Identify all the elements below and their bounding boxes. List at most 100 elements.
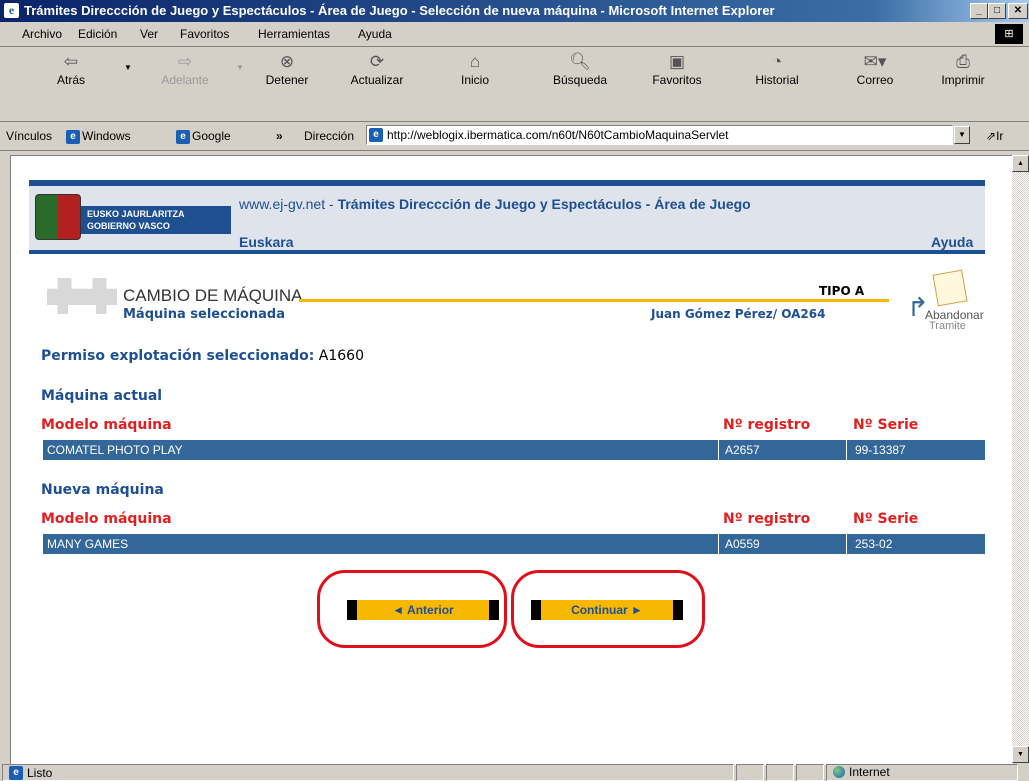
scroll-down-icon[interactable]: ▼ [1012,746,1029,763]
back-button[interactable]: ⇦ Atrás [36,51,106,87]
status-cell-3 [796,764,824,781]
favorites-icon: ▣ [668,52,686,71]
address-dropdown-icon[interactable]: ▼ [954,126,970,144]
title-bar: e Trámites Direccción de Juego y Espectá… [0,0,1029,22]
euskara-link[interactable]: Euskara [239,234,293,250]
abandon-button[interactable]: ↱ Abandonar Tramite [899,268,989,340]
new-col-registry: Nº registro [723,511,811,527]
toolbar: ⇦ Atrás ▼ ⇨ Adelante ▼ ⊗ Detener ⟳ Actualiza… [0,47,1029,122]
menu-herramientas[interactable]: Herramientas [258,27,330,41]
new-col-model: Modelo máquina [41,511,172,527]
forward-button[interactable]: ⇨ Adelante [150,51,220,87]
mail-icon: ✉▾ [863,52,887,71]
globe-icon [833,766,845,778]
link-windows[interactable]: e Windows [66,129,131,144]
status-cell-2 [766,764,794,781]
ie-page-icon: e [9,765,23,780]
printer-icon: ⎙ [956,52,970,71]
current-col-registry: Nº registro [723,417,811,433]
page-icon: e [369,128,383,142]
new-machine-row: MANY GAMES A0559 253-02 [43,534,985,554]
help-link[interactable]: Ayuda [931,234,973,250]
mail-button[interactable]: ✉▾ Correo [840,51,910,87]
links-label: Vínculos [6,129,53,143]
go-arrow-icon: ⇗ [986,129,997,143]
menu-archivo[interactable]: Archivo [22,27,62,41]
back-arrow-icon: ⇦ [63,52,79,71]
basque-seal-icon [35,194,81,240]
current-col-model: Modelo máquina [41,417,172,433]
header-bottom-bar [29,250,985,254]
current-col-serial: Nº Serie [853,417,919,433]
current-machine-heading: Máquina actual [41,388,163,404]
favorites-button[interactable]: ▣ Favoritos [642,51,712,87]
address-label: Dirección [304,129,355,143]
home-icon: ⌂ [469,52,481,71]
address-url: http://weblogix.ibermatica.com/n60t/N60t… [387,128,729,142]
type-label: TIPO A [819,284,865,298]
scroll-up-icon[interactable]: ▲ [1012,155,1029,172]
close-button[interactable]: ✕ [1008,3,1028,19]
page-title: CAMBIO DE MÁQUINA [123,286,303,305]
gobierno-vasco-logo: EUSKO JAURLARITZA GOBIERNO VASCO [81,206,231,234]
machine-invader-icon [47,278,117,314]
refresh-icon: ⟳ [369,52,385,71]
link-google[interactable]: e Google [176,129,231,144]
back-dropdown-icon[interactable]: ▼ [124,63,132,72]
minimize-button[interactable]: _ [970,3,988,19]
ie-page-icon: e [176,129,190,144]
new-model: MANY GAMES [43,534,719,554]
address-bar: Vínculos e Windows e Google » Dirección eh… [0,122,1029,151]
current-machine-row: COMATEL PHOTO PLAY A2657 99-13387 [43,440,985,460]
menu-bar: Archivo Edición Ver Favoritos Herramient… [0,22,1029,47]
continue-button[interactable]: Continuar ► [531,600,683,620]
forward-arrow-icon: ⇨ [177,52,193,71]
forward-dropdown-icon[interactable]: ▼ [236,63,244,72]
menu-favoritos[interactable]: Favoritos [180,27,229,41]
windows-logo-icon: ⊞ [995,24,1023,44]
history-icon: ◔ [771,52,783,71]
print-button[interactable]: ⎙ Imprimir [928,51,998,87]
search-icon: 🔍︎ [569,52,591,71]
window-title: Trámites Direccción de Juego y Espectácu… [24,3,775,18]
status-cell-1 [736,764,764,781]
menu-ver[interactable]: Ver [140,27,158,41]
permit-row: Permiso explotación seleccionado: A1660 [41,348,364,364]
status-text: Listo [27,765,53,780]
go-button[interactable]: ⇗Ir [986,129,1003,143]
page-subtitle: Máquina seleccionada [123,307,286,322]
stop-icon: ⊗ [279,52,295,71]
user-label: Juan Gómez Pérez/ OA264 [651,307,826,321]
new-serial: 253-02 [855,537,893,551]
new-col-serial: Nº Serie [853,511,919,527]
status-zone: Internet [849,765,890,779]
stop-button[interactable]: ⊗ Detener [252,51,322,87]
refresh-button[interactable]: ⟳ Actualizar [342,51,412,87]
header-title: www.ej-gv.net - Trámites Direccción de J… [239,196,751,212]
maximize-button[interactable]: □ [988,3,1006,19]
section-title: Trámites Direccción de Juego y Espectácu… [337,196,751,212]
search-button[interactable]: 🔍︎ Búsqueda [545,51,615,87]
current-serial: 99-13387 [855,443,906,457]
vertical-scrollbar[interactable]: ▲ ▼ [1012,155,1029,763]
status-bar: e Listo Internet [0,763,1029,781]
ie-page-icon: e [66,129,80,144]
menu-ayuda[interactable]: Ayuda [358,27,392,41]
home-button[interactable]: ⌂ Inicio [440,51,510,87]
links-chevron[interactable]: » [276,129,283,143]
previous-button[interactable]: ◄ Anterior [347,600,499,620]
new-registry: A0559 [721,534,847,554]
status-text-cell: e Listo [2,764,734,781]
permit-label: Permiso explotación seleccionado: [41,348,315,364]
current-model: COMATEL PHOTO PLAY [43,440,719,460]
page-viewport: EUSKO JAURLARITZA GOBIERNO VASCO www.ej-… [10,155,1013,765]
site-link[interactable]: www.ej-gv.net [239,196,325,212]
title-underline [299,299,889,302]
permit-value: A1660 [318,348,364,364]
status-zone-cell: Internet [826,764,1018,781]
address-input[interactable]: e http://weblogix.ibermatica.com/n60t/N60… [366,125,953,145]
history-button[interactable]: ◔ Historial [742,51,812,87]
current-registry: A2657 [721,440,847,460]
menu-edicion[interactable]: Edición [78,27,117,41]
new-machine-heading: Nueva máquina [41,482,164,498]
